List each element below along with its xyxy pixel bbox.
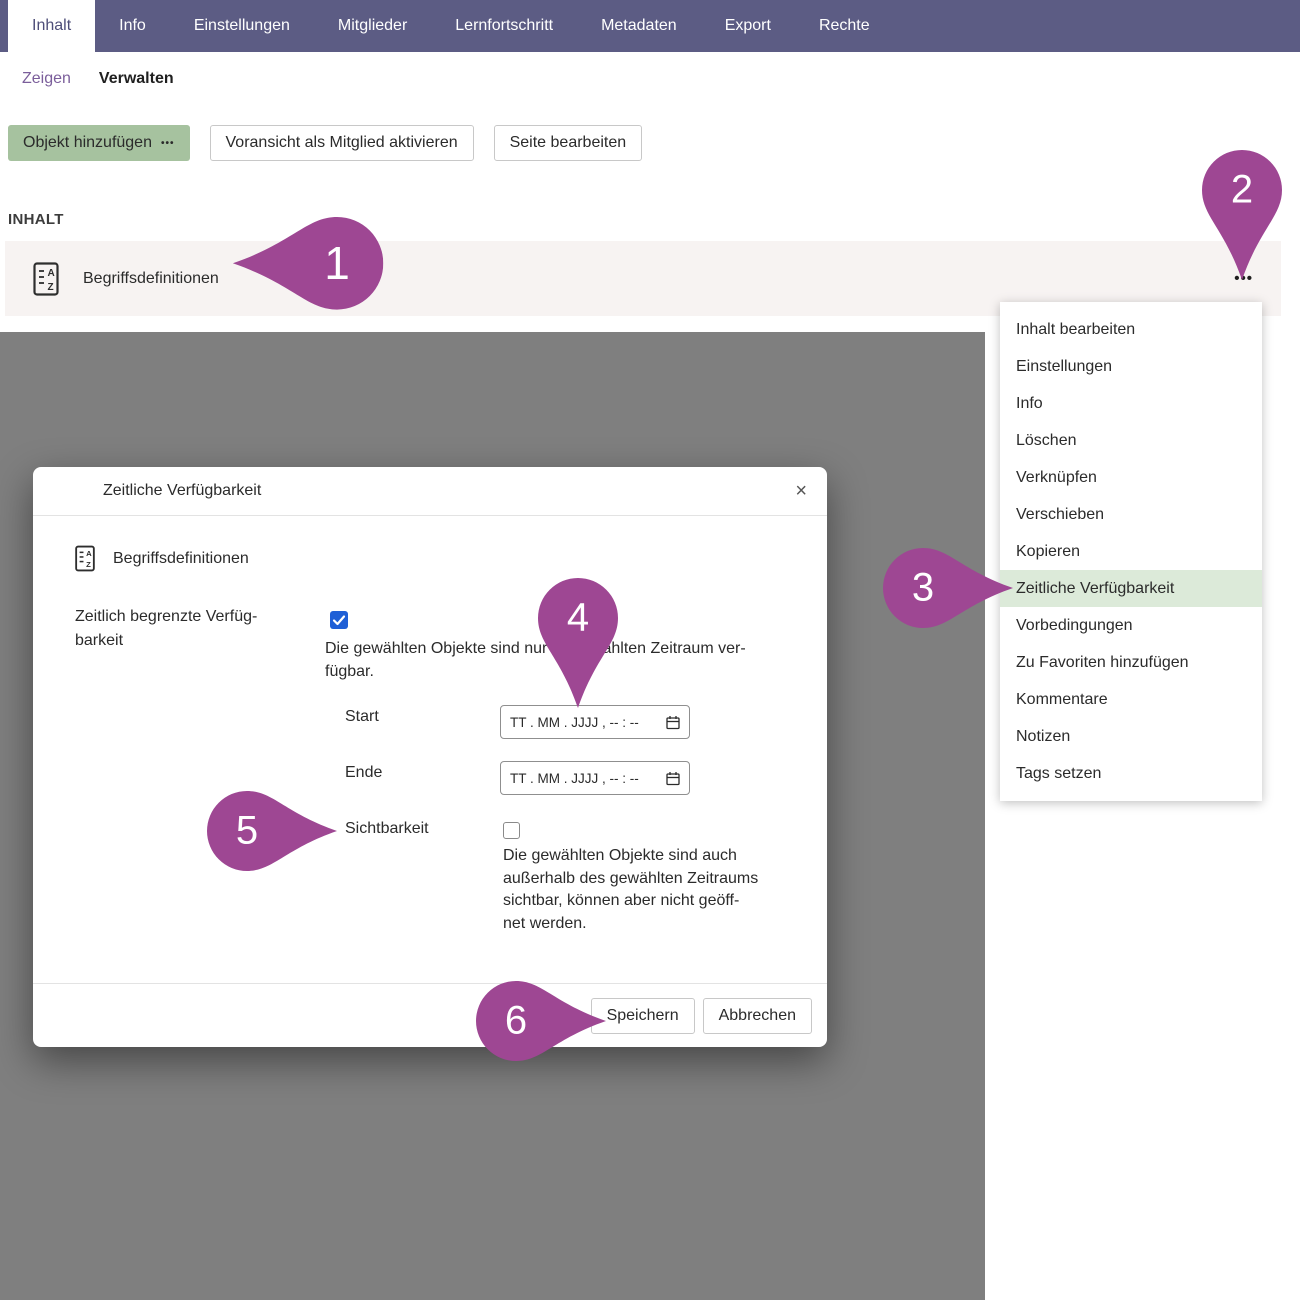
start-date-placeholder: TT . MM . JJJJ , -- : --	[510, 715, 639, 730]
content-section-heading: INHALT	[8, 211, 64, 228]
tab-mitglieder[interactable]: Mitglieder	[314, 0, 431, 52]
add-object-button[interactable]: Objekt hinzufügen •••	[8, 125, 190, 161]
availability-modal: Zeitliche Verfügbarkeit × A Z Begriffsde…	[33, 467, 827, 1047]
start-label: Start	[345, 708, 379, 726]
menu-item-tags-setzen[interactable]: Tags setzen	[1000, 755, 1262, 792]
svg-text:Z: Z	[86, 560, 91, 569]
end-label: Ende	[345, 764, 382, 782]
limited-availability-label: Zeitlich begrenzte Verfüg- barkeit	[75, 605, 295, 653]
visibility-label: Sichtbarkeit	[345, 820, 429, 838]
cancel-button[interactable]: Abbrechen	[703, 998, 812, 1034]
calendar-icon[interactable]	[666, 771, 680, 786]
glossary-icon: A Z	[75, 545, 95, 572]
tab-export[interactable]: Export	[701, 0, 795, 52]
edit-page-button[interactable]: Seite bearbeiten	[494, 125, 643, 161]
start-date-input[interactable]: TT . MM . JJJJ , -- : --	[500, 705, 690, 739]
limited-availability-checkbox[interactable]	[330, 611, 348, 629]
end-date-input[interactable]: TT . MM . JJJJ , -- : --	[500, 761, 690, 795]
tab-einstellungen[interactable]: Einstellungen	[170, 0, 314, 52]
modal-object-row: A Z Begriffsdefinitionen	[75, 545, 249, 572]
menu-item-inhalt-bearbeiten[interactable]: Inhalt bearbeiten	[1000, 311, 1262, 348]
sub-navigation: Zeigen Verwalten	[0, 52, 1300, 106]
menu-item-notizen[interactable]: Notizen	[1000, 718, 1262, 755]
svg-text:A: A	[86, 549, 92, 558]
marker-number: 2	[1231, 167, 1253, 212]
menu-item-verschieben[interactable]: Verschieben	[1000, 496, 1262, 533]
svg-text:A: A	[48, 268, 55, 279]
menu-item-verknuepfen[interactable]: Verknüpfen	[1000, 459, 1262, 496]
tab-inhalt[interactable]: Inhalt	[8, 0, 95, 52]
save-button[interactable]: Speichern	[591, 998, 695, 1034]
end-date-placeholder: TT . MM . JJJJ , -- : --	[510, 771, 639, 786]
modal-footer: Speichern Abbrechen	[33, 983, 827, 1047]
top-navigation: Inhalt Info Einstellungen Mitglieder Ler…	[0, 0, 1300, 52]
content-item-title[interactable]: Begriffsdefinitionen	[83, 270, 219, 288]
modal-title: Zeitliche Verfügbarkeit	[103, 482, 261, 500]
preview-as-member-button[interactable]: Voransicht als Mitglied aktivieren	[210, 125, 474, 161]
add-object-label: Objekt hinzufügen	[23, 134, 152, 152]
context-menu: Inhalt bearbeiten Einstellungen Info Lös…	[1000, 302, 1262, 801]
limited-availability-help-text: Die gewählten Objekte sind nur im gewähl…	[325, 637, 746, 683]
menu-item-zu-favoriten[interactable]: Zu Favoriten hinzufügen	[1000, 644, 1262, 681]
tab-lernfortschritt[interactable]: Lernfortschritt	[431, 0, 577, 52]
glossary-icon: A Z	[33, 262, 59, 296]
tab-metadaten[interactable]: Metadaten	[577, 0, 701, 52]
subtab-verwalten[interactable]: Verwalten	[99, 70, 174, 88]
menu-item-einstellungen[interactable]: Einstellungen	[1000, 348, 1262, 385]
menu-item-zeitliche-verfuegbarkeit[interactable]: Zeitliche Verfügbarkeit	[1000, 570, 1262, 607]
tab-rechte[interactable]: Rechte	[795, 0, 894, 52]
menu-item-vorbedingungen[interactable]: Vorbedingungen	[1000, 607, 1262, 644]
subtab-zeigen[interactable]: Zeigen	[22, 70, 71, 88]
svg-text:Z: Z	[48, 282, 54, 293]
menu-item-loeschen[interactable]: Löschen	[1000, 422, 1262, 459]
close-icon[interactable]: ×	[795, 481, 807, 501]
calendar-icon[interactable]	[666, 715, 680, 730]
more-options-icon: •••	[161, 138, 175, 149]
menu-item-kommentare[interactable]: Kommentare	[1000, 681, 1262, 718]
tab-info[interactable]: Info	[95, 0, 170, 52]
modal-header: Zeitliche Verfügbarkeit ×	[33, 467, 827, 516]
visibility-checkbox[interactable]	[503, 822, 520, 839]
menu-item-info[interactable]: Info	[1000, 385, 1262, 422]
toolbar: Objekt hinzufügen ••• Voransicht als Mit…	[8, 125, 642, 161]
menu-item-kopieren[interactable]: Kopieren	[1000, 533, 1262, 570]
visibility-help-text: Die gewählten Objekte sind auch außerhal…	[503, 845, 803, 935]
modal-object-title: Begriffsdefinitionen	[113, 550, 249, 568]
item-actions-button[interactable]: •••	[1234, 270, 1253, 287]
